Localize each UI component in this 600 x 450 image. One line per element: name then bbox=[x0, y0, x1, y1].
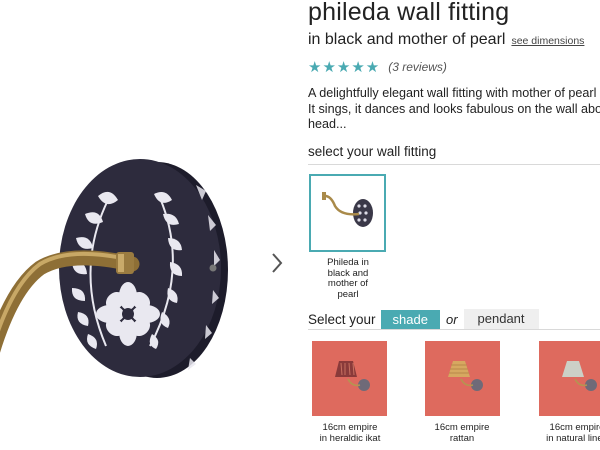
shade-pendant-selector: Select your shade or pendant bbox=[308, 309, 539, 330]
shade-caption-line: rattan bbox=[449, 433, 475, 444]
shade-tab-button[interactable]: shade bbox=[380, 309, 440, 330]
or-text: or bbox=[445, 312, 458, 327]
shade-option-natural-linen[interactable] bbox=[539, 341, 600, 416]
caption-line: mother of bbox=[327, 278, 369, 289]
shade-caption: 16cm empire in natural linen bbox=[527, 422, 600, 444]
product-info: phileda wall fitting in black and mother… bbox=[308, 0, 600, 450]
divider bbox=[308, 164, 600, 165]
shade-thumbnail-image bbox=[425, 341, 500, 416]
product-main-image bbox=[0, 159, 228, 378]
divider bbox=[308, 329, 600, 330]
shade-caption: 16cm empire in heraldic ikat bbox=[308, 422, 400, 444]
product-subtitle: in black and mother of pearl see dimensio… bbox=[308, 31, 584, 49]
fitting-option-phileda[interactable] bbox=[309, 174, 386, 252]
chevron-right-icon bbox=[272, 253, 283, 273]
reviews-link[interactable]: (3 reviews) bbox=[388, 60, 447, 74]
shade-caption-line: 16cm empire bbox=[434, 422, 490, 433]
description-line: A delightfully elegant wall fitting with… bbox=[308, 86, 600, 100]
shade-caption-line: in natural linen bbox=[546, 433, 600, 444]
caption-line: pearl bbox=[337, 288, 359, 300]
product-description: A delightfully elegant wall fitting with… bbox=[308, 86, 600, 133]
shade-caption: 16cm empire rattan bbox=[412, 422, 512, 444]
shade-option-rattan[interactable] bbox=[425, 341, 500, 416]
shade-caption-line: 16cm empire bbox=[322, 422, 378, 433]
description-line: It sings, it dances and looks fabulous o… bbox=[308, 101, 600, 116]
fitting-option-caption: Phileda in black and mother of pearl bbox=[308, 257, 388, 300]
star-icon: ★★★★★ bbox=[308, 59, 381, 76]
description-line: head... bbox=[308, 117, 347, 131]
shade-caption-line: in heraldic ikat bbox=[319, 433, 381, 444]
product-title: phileda wall fitting bbox=[308, 0, 510, 26]
product-subtitle-text: in black and mother of pearl bbox=[308, 31, 506, 48]
caption-line: Phileda in bbox=[327, 257, 369, 268]
select-fitting-label: select your wall fitting bbox=[308, 144, 437, 159]
see-dimensions-link[interactable]: see dimensions bbox=[511, 35, 584, 47]
shade-thumbnail-image bbox=[539, 341, 600, 416]
wall-fitting-thumbnail bbox=[311, 176, 384, 250]
rating: ★★★★★ (3 reviews) bbox=[308, 58, 447, 76]
shade-thumbnail-image bbox=[312, 341, 387, 416]
shade-option-heraldic-ikat[interactable] bbox=[312, 341, 387, 416]
pendant-tab-button[interactable]: pendant bbox=[463, 309, 539, 330]
shade-caption-line: 16cm empire bbox=[549, 422, 600, 433]
select-your-label: Select your bbox=[308, 312, 376, 327]
next-image-button[interactable] bbox=[266, 250, 288, 276]
